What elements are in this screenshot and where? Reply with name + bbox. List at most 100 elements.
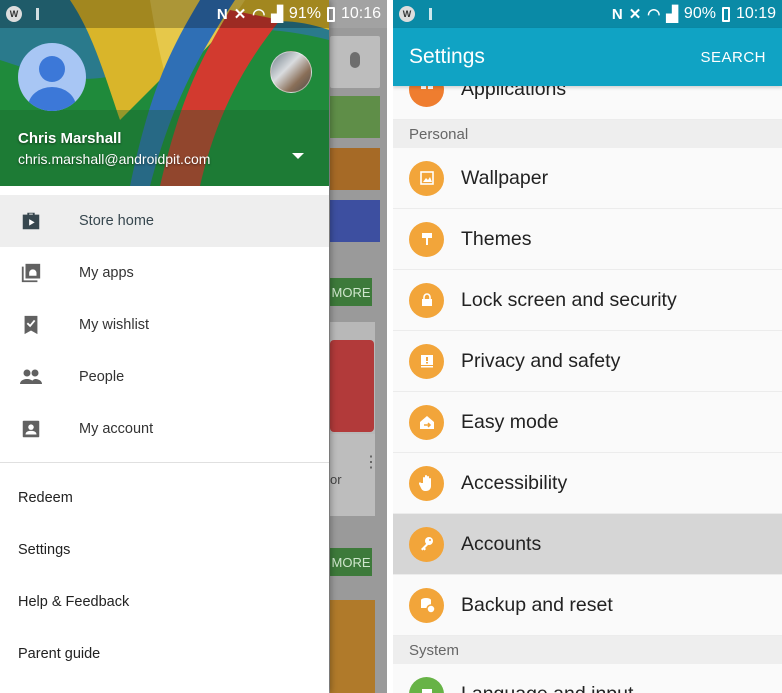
game-card-image [330,600,375,693]
setting-item-label: Language and input [461,683,633,693]
app-card-image [330,340,374,432]
wifi-icon: ◠ [647,6,661,23]
battery-icon [326,6,335,22]
warning-icon [409,343,444,379]
more-button-2: MORE [330,548,372,576]
lock-icon [409,282,444,318]
secondary-account-avatar[interactable] [270,51,312,93]
category-tile-green [330,96,380,138]
page-title: Settings [409,45,485,68]
setting-item-accounts[interactable]: Accounts [393,514,782,575]
battery-level: 90% [683,5,716,22]
app-notification-icon: W [399,6,415,22]
avatar-head-shape [39,56,65,82]
account-dropdown-icon[interactable] [292,153,304,159]
paint-roller-icon [409,221,444,257]
account-box-icon [19,417,43,441]
microphone-icon [350,52,360,68]
setting-item-label: Privacy and safety [461,349,621,372]
wallpaper-icon [409,160,444,196]
mute-icon: ✕ [628,6,642,23]
battery-level: 91% [288,5,321,22]
setting-item-label: Applications [461,86,567,100]
nav-item-label: My wishlist [79,317,150,333]
hand-icon [409,465,444,501]
wifi-icon: ◠ [252,6,266,23]
nav-item-my-apps[interactable]: My apps [0,247,329,299]
clock: 10:16 [340,5,381,22]
link-redeem[interactable]: Redeem [0,472,329,524]
user-email: chris.marshall@androidpit.com [18,151,211,167]
key-icon [409,526,444,562]
voice-search-box [330,36,380,88]
drawer-divider [0,462,329,463]
notification-bar-icon [36,8,39,20]
search-button[interactable]: SEARCH [700,49,766,66]
backup-icon [409,587,444,623]
drawer-secondary-links: Redeem Settings Help & Feedback Parent g… [0,472,329,680]
setting-item-accessibility[interactable]: Accessibility [393,453,782,514]
setting-item-label: Accessibility [461,471,568,494]
nav-item-store-home[interactable]: Store home [0,195,329,247]
nfc-icon: N [216,5,228,23]
app-card-text: or [330,472,342,487]
setting-item-label: Accounts [461,532,542,555]
battery-icon [721,6,730,22]
settings-list: Applications Personal Wallpaper Themes L… [393,86,782,693]
nav-item-my-account[interactable]: My account [0,403,329,455]
drawer-nav: Store home My apps My wishlist People My… [0,195,329,455]
setting-item-wallpaper[interactable]: Wallpaper [393,148,782,209]
section-header-system: System [393,636,782,664]
android-apps-icon [19,261,43,285]
status-bar: W N ✕ ◠ ▟ 90% 10:19 [393,0,782,28]
people-icon [19,365,43,389]
setting-item-privacy[interactable]: Privacy and safety [393,331,782,392]
user-name: Chris Marshall [18,130,122,147]
nav-item-label: My apps [79,265,134,281]
setting-item-easy-mode[interactable]: Easy mode [393,392,782,453]
avatar-body-shape [28,87,76,111]
user-avatar[interactable] [18,43,86,111]
link-settings[interactable]: Settings [0,524,329,576]
category-tile-orange [330,148,380,190]
overflow-menu-icon: ⋮ [363,454,379,471]
app-card-info: ⋮ or [330,434,379,516]
category-tile-blue [330,200,380,242]
navigation-drawer: Chris Marshall chris.marshall@androidpit… [0,0,329,693]
nav-item-label: My account [79,421,154,437]
setting-item-label: Backup and reset [461,593,613,616]
app-notification-icon: W [6,6,22,22]
settings-screen: W N ✕ ◠ ▟ 90% 10:19 Settings SEARCH Appl… [393,0,782,693]
nfc-icon: N [611,5,623,23]
nav-item-people[interactable]: People [0,351,329,403]
more-button: MORE [330,278,372,306]
setting-item-label: Lock screen and security [461,288,677,311]
shopping-bag-icon [19,209,43,233]
easy-mode-home-icon [409,404,444,440]
setting-item-label: Wallpaper [461,166,549,189]
section-header-personal: Personal [393,120,782,148]
setting-item-label: Easy mode [461,410,559,433]
status-bar: W N ✕ ◠ ▟ 91% 10:16 [0,0,387,28]
app-card [330,322,375,434]
mute-icon: ✕ [233,6,247,23]
setting-item-applications[interactable]: Applications [393,86,782,120]
setting-item-label: Themes [461,227,532,250]
setting-item-themes[interactable]: Themes [393,209,782,270]
bookmark-check-icon [19,313,43,337]
signal-icon: ▟ [271,6,283,23]
notification-bar-icon [429,8,432,20]
nav-item-my-wishlist[interactable]: My wishlist [0,299,329,351]
nav-item-label: People [79,369,125,385]
setting-item-language[interactable]: Language and input [393,664,782,693]
app-bar: Settings SEARCH [393,28,782,86]
link-parent-guide[interactable]: Parent guide [0,628,329,680]
signal-icon: ▟ [666,6,678,23]
setting-item-lock-screen[interactable]: Lock screen and security [393,270,782,331]
language-icon [409,676,444,693]
link-help-feedback[interactable]: Help & Feedback [0,576,329,628]
play-store-screen: W N ✕ ◠ ▟ 91% 10:16 MORE ⋮ or MORE Chris… [0,0,387,693]
nav-item-label: Store home [79,213,154,229]
setting-item-backup-reset[interactable]: Backup and reset [393,575,782,636]
clock: 10:19 [735,5,776,22]
